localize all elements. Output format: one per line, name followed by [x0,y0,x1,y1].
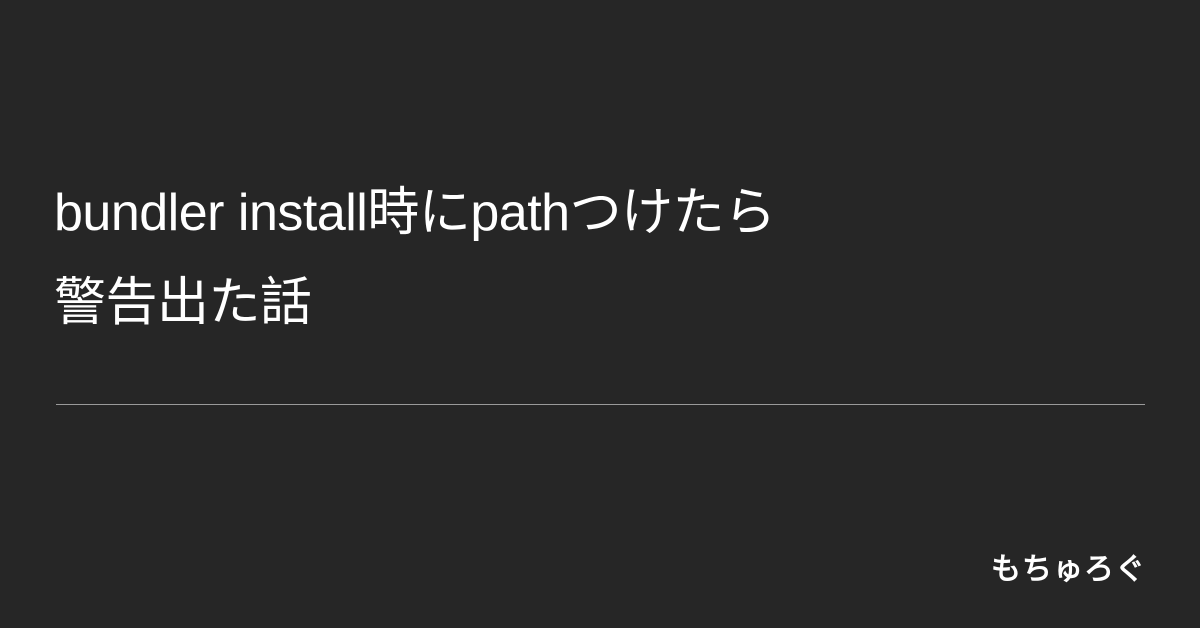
article-title-line-2: 警告出た話 [54,274,312,332]
divider-line [56,404,1145,405]
site-name: もちゅろぐ [991,552,1146,587]
article-title-line-1: bundler install時にpathつけたら [54,184,776,242]
article-title: bundler install時にpathつけたら 警告出た話 [54,168,1034,348]
og-card: bundler install時にpathつけたら 警告出た話 もちゅろぐ [0,0,1200,628]
